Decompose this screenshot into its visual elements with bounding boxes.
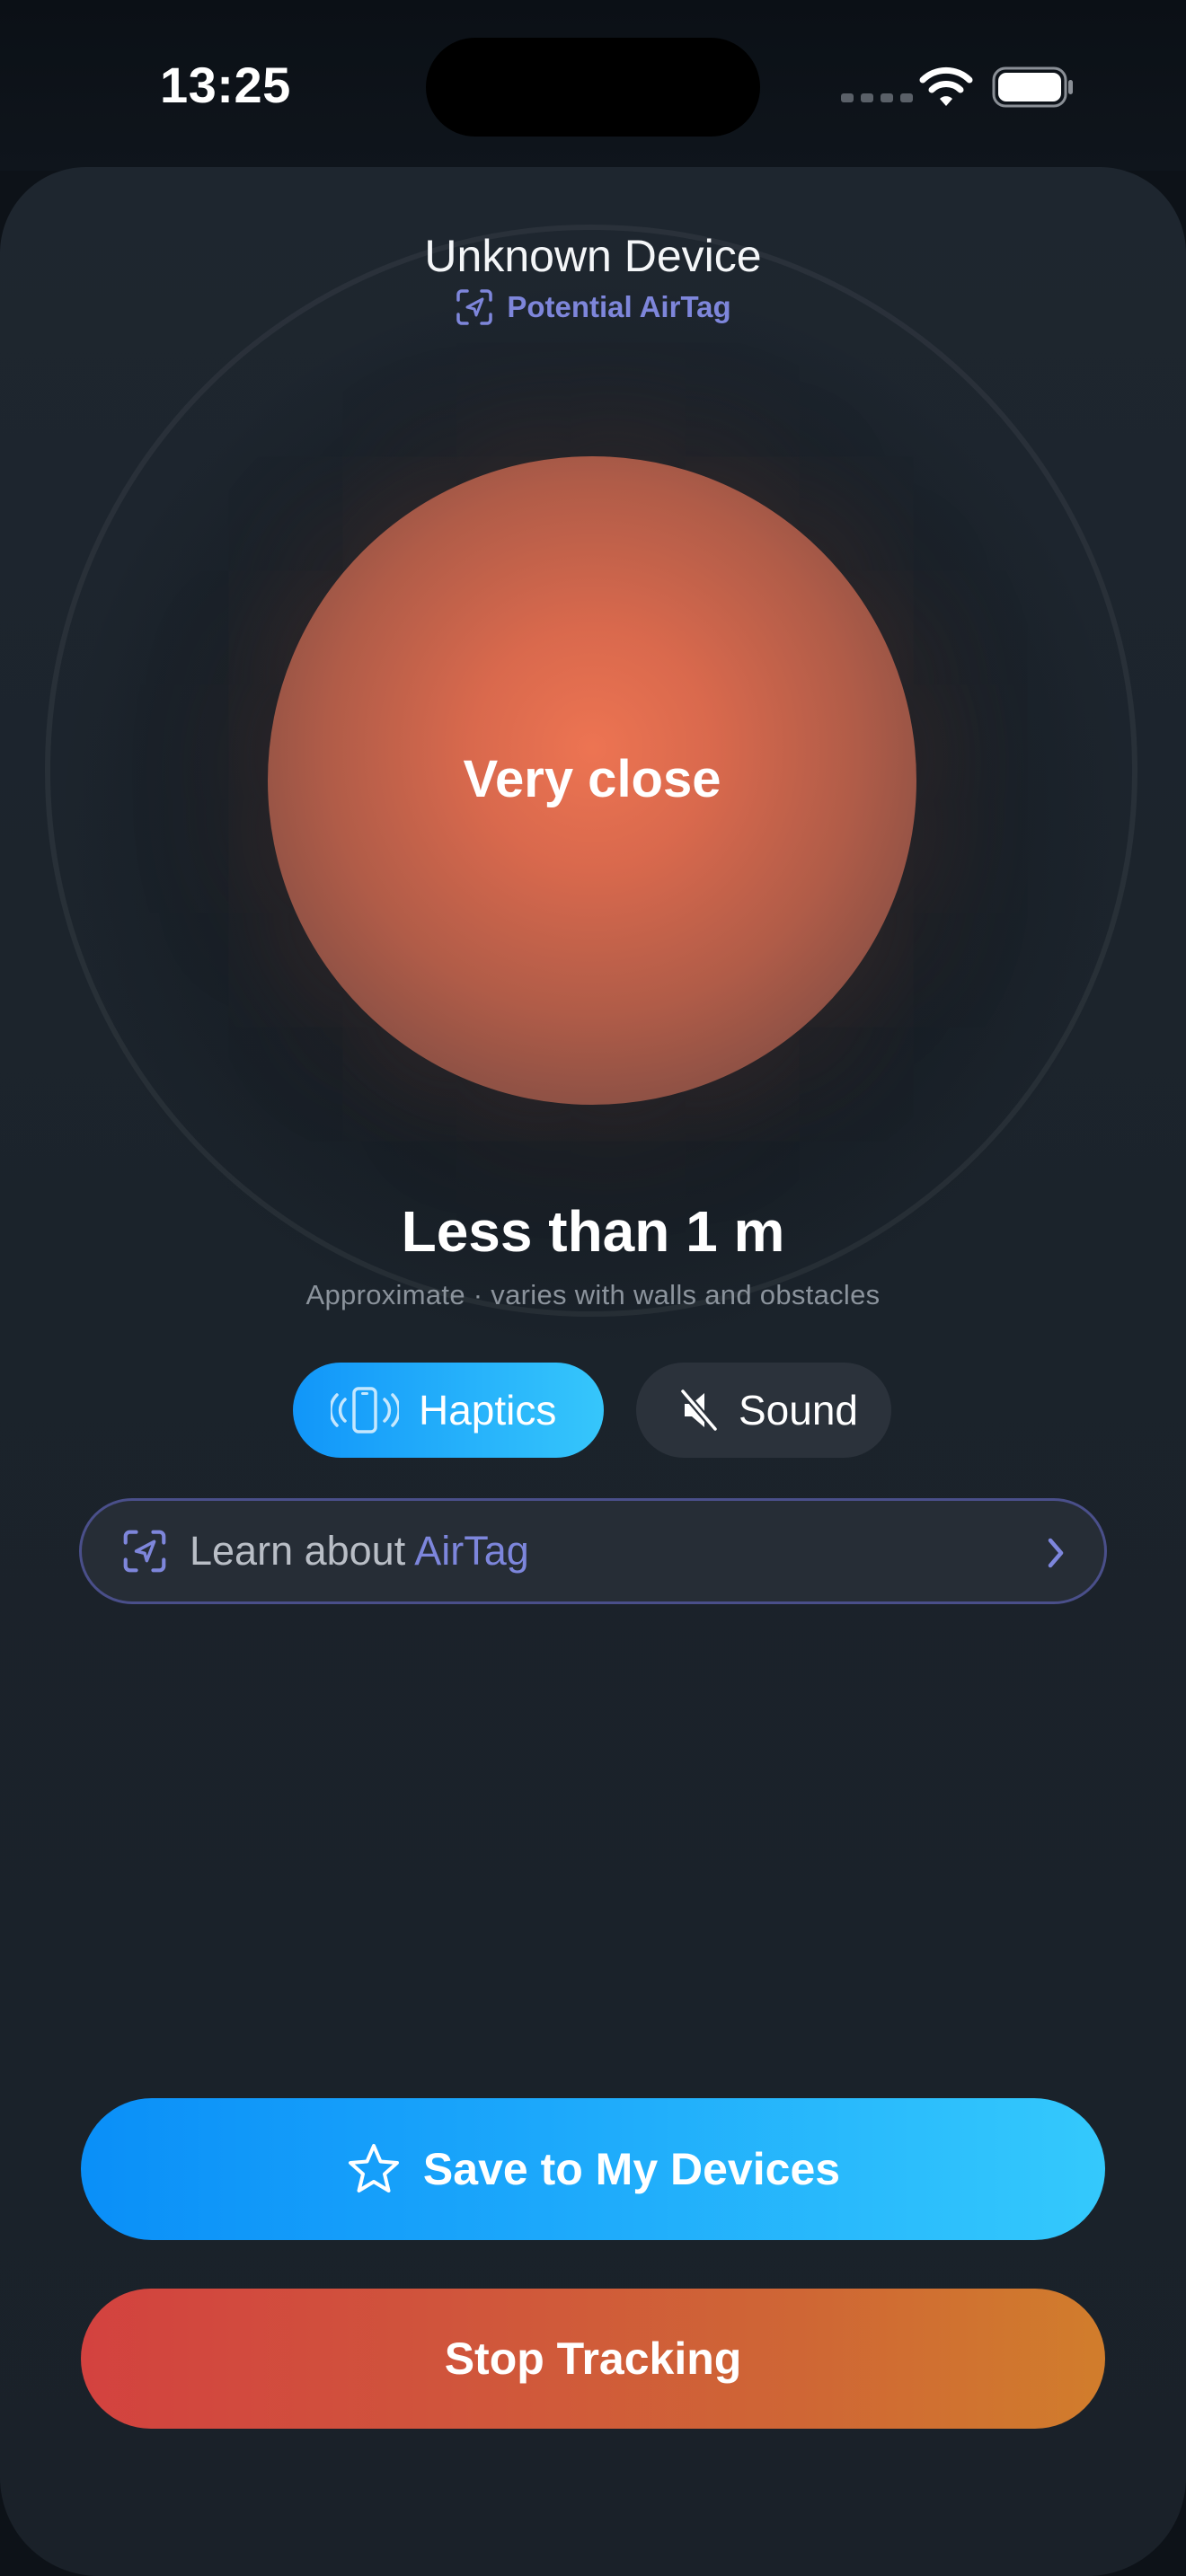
star-icon xyxy=(348,2144,399,2192)
haptics-label: Haptics xyxy=(419,1387,557,1434)
chevron-right-icon xyxy=(1048,1538,1064,1568)
wifi-icon xyxy=(919,66,973,106)
cellular-signal-icon xyxy=(841,93,913,102)
save-to-my-devices-button[interactable]: Save to My Devices xyxy=(81,2098,1105,2240)
learn-label-prefix: Learn about xyxy=(190,1528,415,1574)
proximity-label: Very close xyxy=(463,750,721,808)
speaker-muted-icon xyxy=(679,1388,719,1433)
haptics-toggle[interactable]: Haptics xyxy=(293,1363,604,1458)
airtag-scan-icon xyxy=(456,289,493,325)
battery-icon xyxy=(992,66,1073,108)
sound-toggle[interactable]: Sound xyxy=(636,1363,891,1458)
learn-label-accent: AirTag xyxy=(414,1528,529,1574)
device-subtitle-text: Potential AirTag xyxy=(507,290,731,323)
stop-button-label: Stop Tracking xyxy=(444,2333,742,2384)
learn-about-airtag-label: Learn about AirTag xyxy=(190,1528,529,1575)
device-subtitle: Potential AirTag xyxy=(0,287,1186,327)
tracking-sheet: Unknown Device Potential AirTag Very clo… xyxy=(0,167,1186,2576)
learn-about-airtag-row[interactable]: Learn about AirTag xyxy=(79,1498,1107,1604)
status-bar: 13:25 xyxy=(0,0,1186,171)
status-time: 13:25 xyxy=(160,57,291,113)
airtag-scan-icon xyxy=(123,1530,166,1573)
sound-label: Sound xyxy=(739,1387,859,1434)
device-title: Unknown Device xyxy=(424,231,762,281)
phone-vibrate-icon xyxy=(331,1387,399,1434)
save-button-label: Save to My Devices xyxy=(422,2144,841,2194)
dynamic-island xyxy=(426,38,760,137)
distance-value: Less than 1 m xyxy=(401,1199,785,1264)
distance-note: Approximate · varies with walls and obst… xyxy=(305,1279,881,1310)
stop-tracking-button[interactable]: Stop Tracking xyxy=(81,2289,1105,2429)
